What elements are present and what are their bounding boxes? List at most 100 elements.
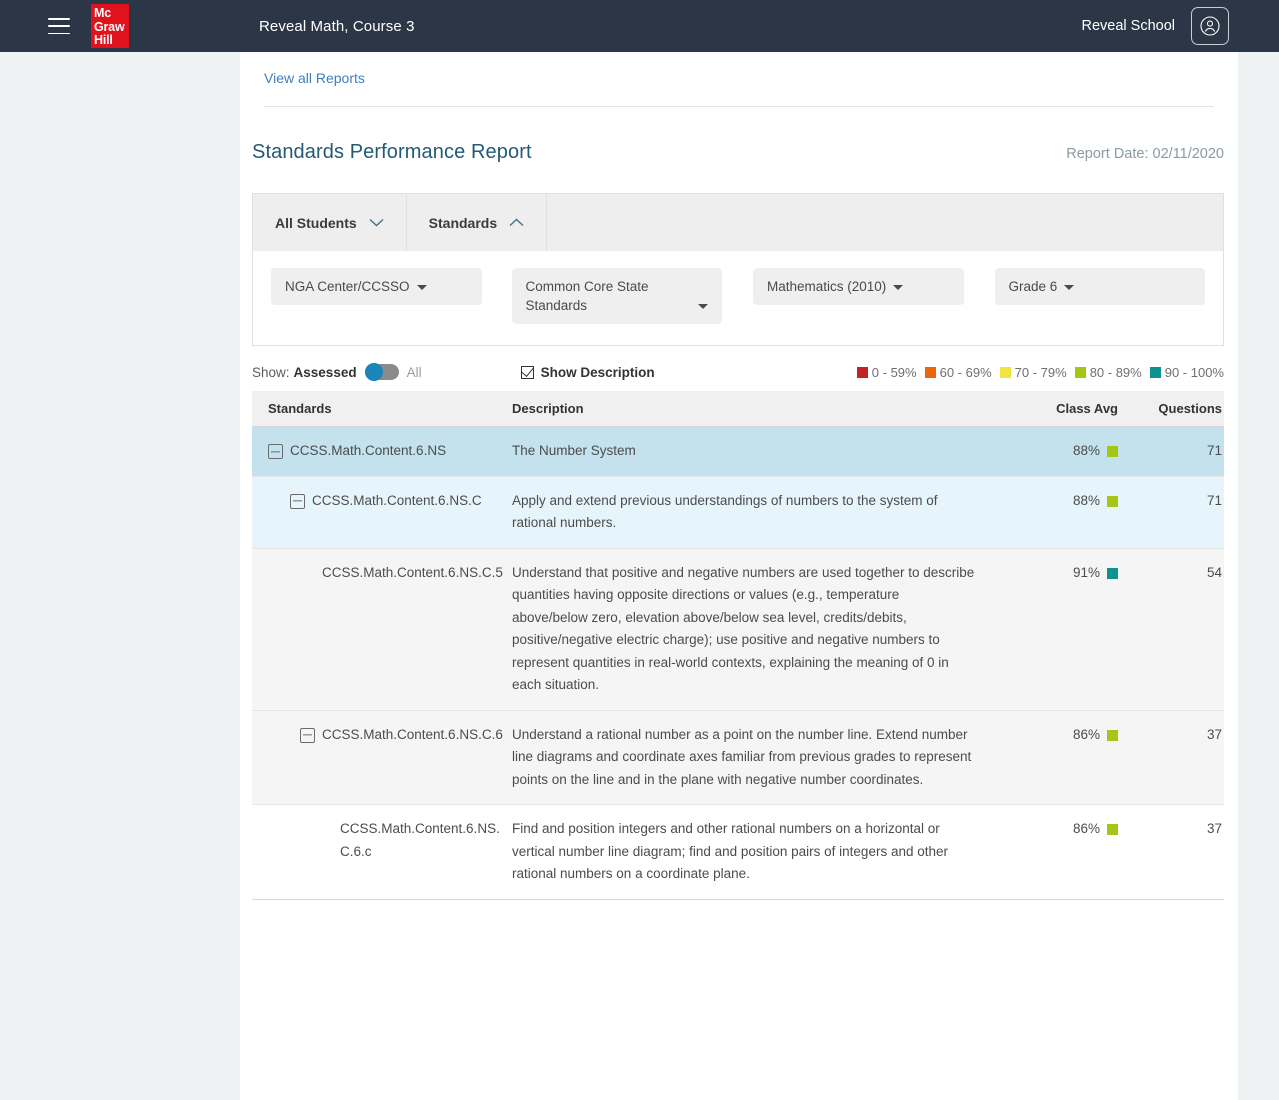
- filter-tabs: All Students Standards: [253, 194, 1223, 251]
- class-avg-value: 91%: [1072, 564, 1100, 580]
- score-chip: [1107, 729, 1118, 741]
- collapse-icon[interactable]: [300, 727, 315, 743]
- standard-cell: CCSS.Math.Content.6.NS.C.5: [268, 562, 512, 697]
- class-avg-cell: 86%: [998, 818, 1118, 886]
- filter-standard-set-value: Common Core State Standards: [525, 279, 649, 313]
- table-controls: Show: Assessed All Show Description 0 - …: [252, 363, 1224, 381]
- course-title: Reveal Math, Course 3: [259, 17, 415, 35]
- filter-organization-value: NGA Center/CCSSO: [285, 279, 410, 294]
- standard-cell: CCSS.Math.Content.6.NS.C: [268, 490, 512, 535]
- tab-all-students[interactable]: All Students: [253, 194, 407, 251]
- view-all-reports-link[interactable]: View all Reports: [240, 52, 365, 86]
- logo-line-3: Hill: [94, 33, 113, 48]
- score-chip: [1107, 567, 1118, 579]
- legend-item: 80 - 89%: [1074, 364, 1142, 380]
- toggle-knob: [364, 363, 383, 381]
- show-description-checkbox[interactable]: Show Description: [520, 364, 655, 380]
- filter-standard-set[interactable]: Common Core State Standards: [511, 268, 722, 324]
- show-description-label: Show Description: [540, 364, 655, 380]
- column-header-standards: Standards: [268, 401, 332, 416]
- standard-code: CCSS.Math.Content.6.NS: [290, 443, 447, 458]
- standard-code: CCSS.Math.Content.6.NS.C.6.c: [340, 821, 500, 859]
- legend-label: 0 - 59%: [871, 364, 917, 380]
- description-cell: The Number System: [512, 443, 636, 458]
- legend-item: 70 - 79%: [999, 365, 1067, 380]
- report-header: Standards Performance Report Report Date…: [240, 107, 1238, 164]
- assessed-all-toggle[interactable]: [364, 363, 399, 381]
- table-row[interactable]: CCSS.Math.Content.6.NS The Number System…: [252, 427, 1224, 477]
- legend-label: 90 - 100%: [1164, 364, 1224, 380]
- caret-down-icon: [698, 304, 708, 309]
- standard-cell: CCSS.Math.Content.6.NS: [268, 440, 512, 463]
- logo-line-2: Graw: [94, 19, 125, 34]
- legend-swatch: [856, 366, 868, 378]
- questions-cell: 37: [1206, 726, 1222, 742]
- main-content: View all Reports Standards Performance R…: [240, 52, 1238, 1100]
- class-avg-cell: 86%: [998, 724, 1118, 792]
- tab-filler: [547, 194, 1223, 251]
- class-avg-value: 86%: [1072, 821, 1100, 836]
- column-header-class-avg: Class Avg: [1056, 401, 1118, 416]
- caret-down-icon: [893, 285, 904, 290]
- questions-cell: 71: [1206, 443, 1222, 458]
- standard-code: CCSS.Math.Content.6.NS.C.6: [322, 726, 503, 742]
- legend-label: 80 - 89%: [1089, 364, 1142, 380]
- page-title: Standards Performance Report: [252, 141, 532, 163]
- legend-swatch: [1074, 366, 1086, 378]
- legend-label: 60 - 69%: [939, 364, 992, 380]
- all-label: All: [406, 364, 422, 380]
- show-label: Show:: [252, 364, 290, 380]
- legend-swatch: [999, 366, 1011, 378]
- hamburger-icon[interactable]: [48, 18, 70, 34]
- chevron-up-icon: [509, 218, 524, 227]
- avatar[interactable]: [1191, 7, 1229, 45]
- caret-down-icon: [416, 285, 427, 290]
- filter-grade[interactable]: Grade 6: [994, 268, 1205, 305]
- filter-subject-value: Mathematics (2010): [767, 279, 887, 294]
- tab-standards[interactable]: Standards: [406, 194, 548, 251]
- table-row[interactable]: CCSS.Math.Content.6.NS.C.5 Understand th…: [252, 548, 1224, 711]
- collapse-icon[interactable]: [290, 493, 305, 509]
- tab-standards-label: Standards: [428, 214, 498, 231]
- legend-item: 60 - 69%: [924, 364, 992, 380]
- description-cell: Find and position integers and other rat…: [512, 821, 948, 881]
- logo-line-1: Mc: [94, 6, 111, 20]
- school-name: Reveal School: [1081, 18, 1176, 34]
- class-avg-value: 88%: [1072, 443, 1100, 458]
- filter-row: NGA Center/CCSSO Common Core State Stand…: [253, 251, 1223, 345]
- class-avg-cell: 91%: [998, 562, 1118, 697]
- description-cell: Understand a rational number as a point …: [512, 726, 972, 787]
- questions-cell: 54: [1206, 564, 1222, 580]
- standard-code: CCSS.Math.Content.6.NS.C: [312, 492, 482, 508]
- collapse-icon[interactable]: [268, 444, 283, 459]
- table-row[interactable]: CCSS.Math.Content.6.NS.C.6.c Find and po…: [252, 805, 1224, 900]
- column-header-questions: Questions: [1158, 401, 1222, 416]
- score-legend: 0 - 59% 60 - 69% 70 - 79% 80 - 89% 90 - …: [856, 364, 1224, 380]
- class-avg-value: 86%: [1072, 726, 1100, 742]
- score-chip: [1107, 824, 1118, 835]
- class-avg-value: 88%: [1072, 492, 1100, 508]
- standard-code: CCSS.Math.Content.6.NS.C.5: [322, 564, 503, 580]
- table-row[interactable]: CCSS.Math.Content.6.NS.C.6 Understand a …: [252, 710, 1224, 805]
- mcgraw-hill-logo[interactable]: Mc Graw Hill: [91, 4, 129, 48]
- page-background: View all Reports Standards Performance R…: [0, 52, 1279, 1100]
- header-right-group: Reveal School: [1081, 7, 1229, 45]
- standard-cell: CCSS.Math.Content.6.NS.C.6.c: [268, 818, 512, 886]
- filter-grade-value: Grade 6: [1008, 279, 1058, 294]
- caret-down-icon: [1064, 285, 1075, 290]
- description-cell: Apply and extend previous understandings…: [512, 492, 938, 531]
- table-row[interactable]: CCSS.Math.Content.6.NS.C Apply and exten…: [252, 476, 1224, 549]
- questions-cell: 37: [1206, 821, 1222, 836]
- report-date: Report Date: 02/11/2020: [1066, 146, 1224, 162]
- filter-organization[interactable]: NGA Center/CCSSO: [271, 268, 482, 305]
- app-header: Mc Graw Hill Reveal Math, Course 3 Revea…: [0, 0, 1279, 52]
- score-chip: [1107, 446, 1118, 457]
- questions-cell: 71: [1206, 492, 1222, 508]
- filter-subject[interactable]: Mathematics (2010): [753, 268, 964, 305]
- assessed-label: Assessed: [293, 364, 357, 380]
- standards-table: Standards Description Class Avg Question…: [252, 391, 1224, 900]
- legend-item: 0 - 59%: [856, 364, 917, 380]
- class-avg-cell: 88%: [998, 440, 1118, 463]
- score-chip: [1107, 495, 1118, 507]
- legend-swatch: [924, 366, 936, 378]
